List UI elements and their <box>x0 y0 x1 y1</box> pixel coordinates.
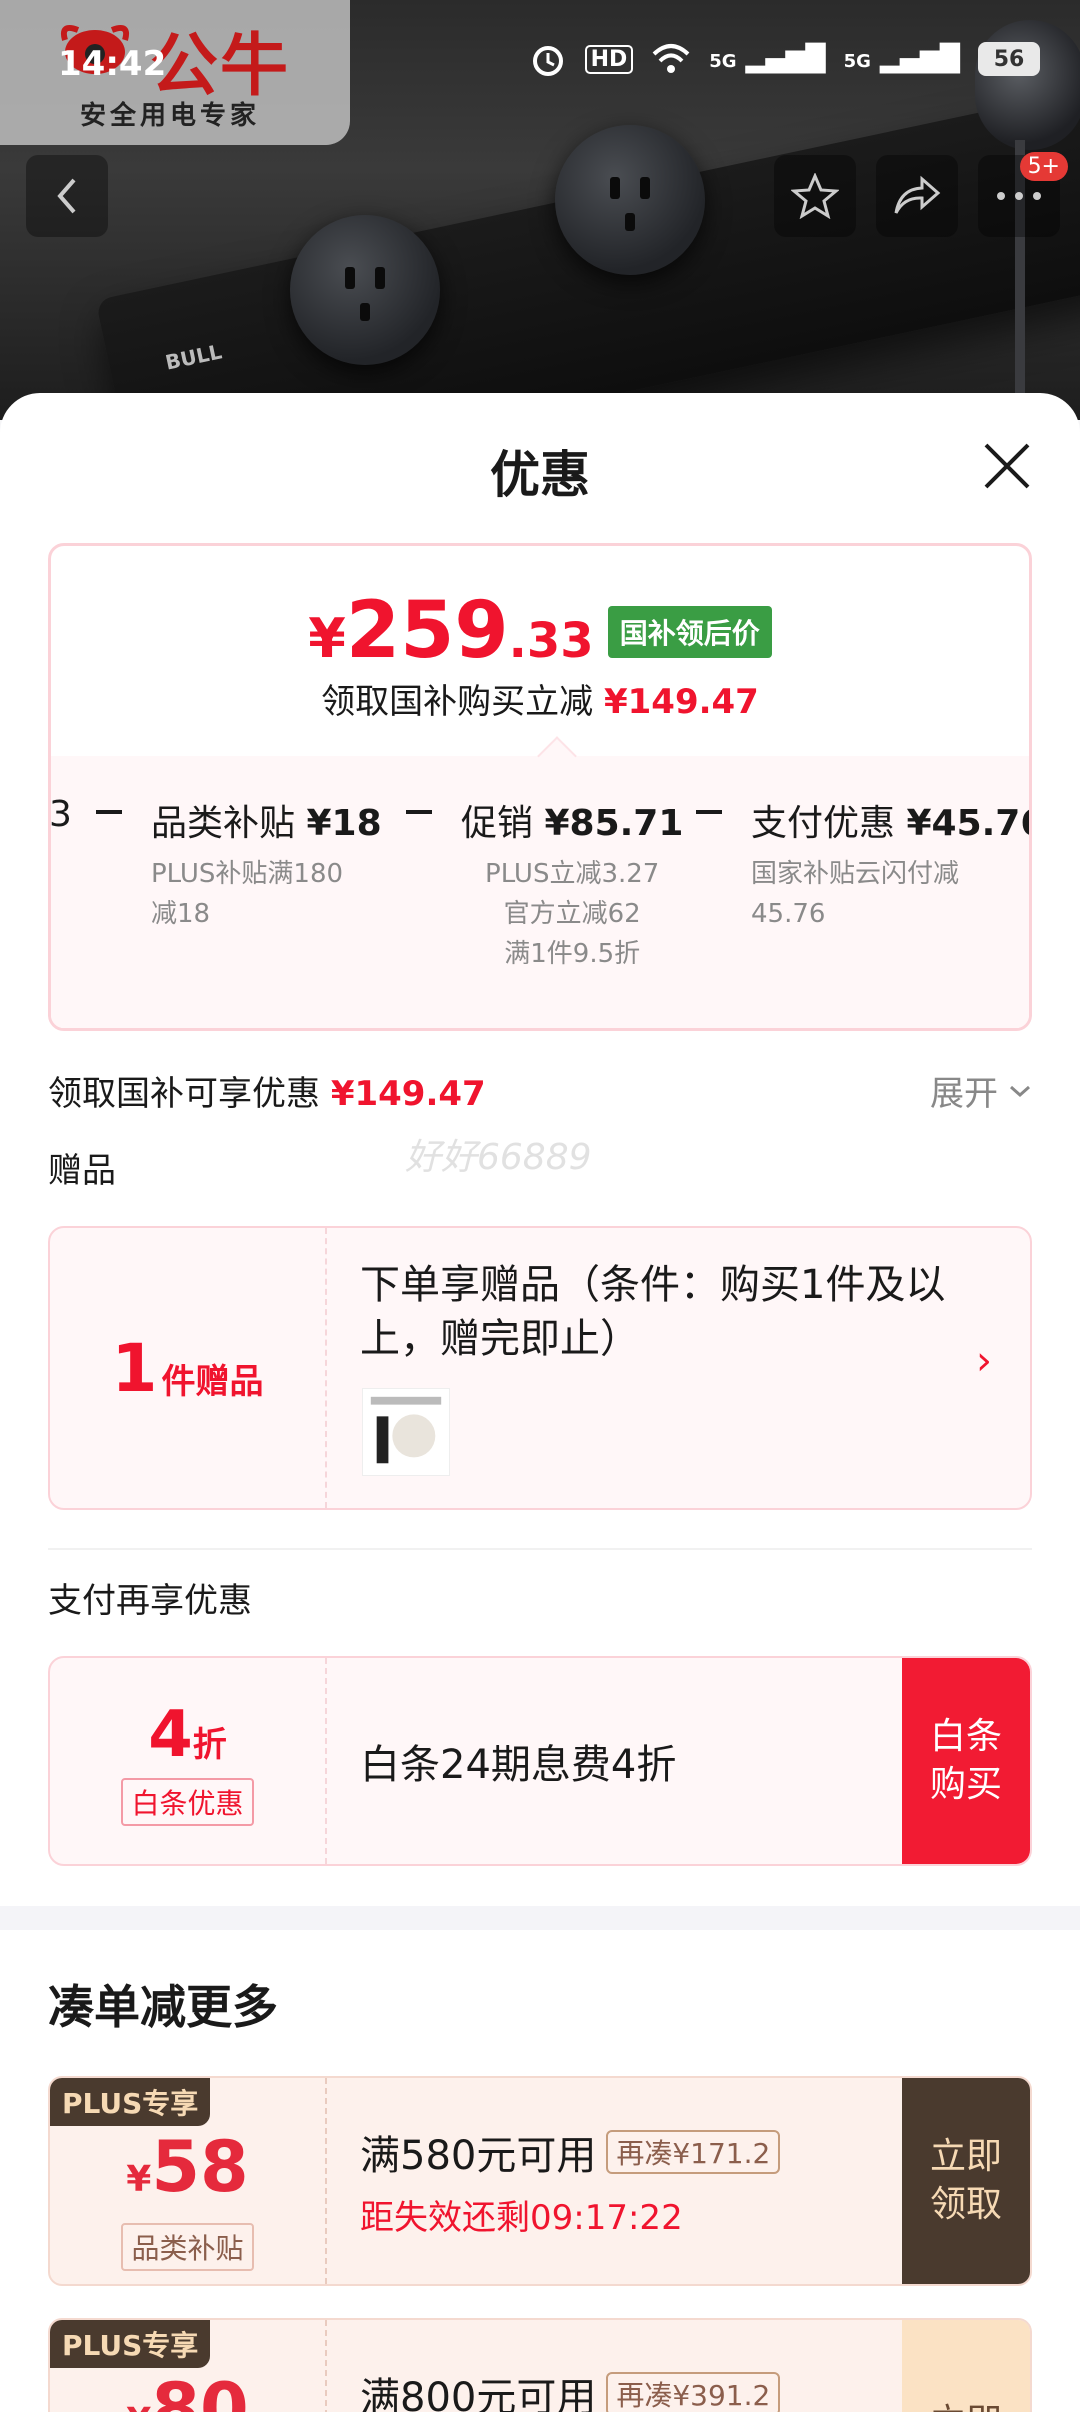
socket-knob <box>555 125 705 275</box>
plus-tag: PLUS专享 <box>50 2320 211 2368</box>
breakdown-item-promo: 促销 ¥85.71 PLUS立减3.27 官方立减62 满1件9.5折 <box>461 803 684 969</box>
message-badge: 5+ <box>1019 152 1068 181</box>
top-actions <box>774 155 1060 237</box>
status-icons: HD 5G ▂▄▆█ 5G ▂▄▆█ 56 <box>529 40 1040 78</box>
share-button[interactable] <box>876 155 958 237</box>
coupon-condition: 满580元可用 再凑¥171.2 <box>360 2123 781 2181</box>
minus-sign <box>406 810 432 814</box>
coupon-card: PLUS专享 ¥58 品类补贴 满580元可用 再凑¥171.2 距失效还剩09:… <box>48 2076 1032 2286</box>
alarm-icon <box>532 46 563 76</box>
signal-5g-icon: 5G ▂▄▆█ <box>843 44 960 74</box>
signal-5g-icon: 5G ▂▄▆█ <box>709 44 826 74</box>
chevron-right-icon: › <box>976 1338 992 1384</box>
gift-description: 下单享赠品（条件：购买1件及以上，赠完即止） <box>360 1262 946 1362</box>
hd-icon: HD <box>584 44 634 74</box>
back-button[interactable] <box>26 155 108 237</box>
minus-sign <box>96 810 122 814</box>
more-section-title: 凑单减更多 <box>48 1980 278 2034</box>
chevron-left-icon <box>57 178 76 214</box>
coupon-timer: 距失效还剩09:17:22 <box>360 2198 683 2238</box>
claim-coupon-button[interactable]: 立即领取 <box>902 2078 1030 2284</box>
chevron-down-icon <box>1010 1085 1030 1097</box>
wifi-icon <box>652 44 690 73</box>
baitiao-buy-button[interactable]: 白条购买 <box>902 1658 1030 1864</box>
coupon-category: 品类补贴 <box>50 2223 325 2271</box>
star-icon <box>791 173 839 219</box>
sheet-title: 优惠 <box>490 446 590 504</box>
pay-section-title: 支付再享优惠 <box>48 1581 252 1621</box>
status-time: 14:42 <box>58 44 167 84</box>
price-saving-line: 领取国补购买立减 ¥149.47 <box>321 682 759 722</box>
baitiao-card: 4折 白条优惠 白条24期息费4折 白条购买 <box>48 1656 1032 1866</box>
gift-count: 1 件赠品 <box>111 1329 264 1407</box>
gift-section-title: 赠品 <box>48 1151 116 1191</box>
expand-button[interactable]: 展开 <box>930 1066 1032 1115</box>
socket-knob <box>290 215 440 365</box>
coupon-card: PLUS专享 ¥80 满800元可用再凑¥391.2 立即 <box>48 2318 1032 2412</box>
more-dots-icon <box>997 192 1041 200</box>
coupon-amount: ¥58 <box>126 2126 249 2208</box>
coupon-amount: ¥80 <box>126 2368 249 2412</box>
baitiao-discount: 4折 白条优惠 <box>50 1658 325 1864</box>
favorite-button[interactable] <box>774 155 856 237</box>
gov-subsidy-row: 领取国补可享优惠 ¥149.47 <box>48 1074 486 1114</box>
price-breakdown: 3 品类补贴 ¥18 PLUS补贴满180 减18 促销 ¥85.71 PLUS立… <box>51 794 1029 1024</box>
claim-coupon-button[interactable]: 立即 <box>902 2320 1030 2412</box>
product-banner: BULL 公牛 安全用电专家 14:42 HD 5G ▂▄▆█ 5G ▂▄▆█ … <box>0 0 1080 420</box>
brand-tag: 公牛 安全用电专家 <box>0 0 350 145</box>
share-icon <box>894 175 941 214</box>
breakdown-item-cutoff: 3 <box>49 794 72 835</box>
discount-sheet: 优惠 ¥259.33 国补领后价 领取国补购买立减 ¥149.47 3 品类补贴… <box>0 393 1080 2412</box>
final-price: ¥259.33 <box>308 586 594 676</box>
breakdown-item-category: 品类补贴 ¥18 PLUS补贴满180 减18 <box>151 803 382 929</box>
price-card: ¥259.33 国补领后价 领取国补购买立减 ¥149.47 3 品类补贴 ¥1… <box>48 543 1032 1031</box>
final-price-row: ¥259.33 国补领后价 <box>51 586 1029 676</box>
brand-slogan: 安全用电专家 <box>80 101 261 131</box>
plus-tag: PLUS专享 <box>50 2078 211 2126</box>
breakdown-item-payment: 支付优惠 ¥45.76 国家补贴云闪付减 45.76 <box>751 803 1032 929</box>
baitiao-description: 白条24期息费4折 <box>360 1742 677 1788</box>
close-icon[interactable] <box>982 441 1032 491</box>
gov-subsidy-badge: 国补领后价 <box>607 606 772 658</box>
gift-thumbnail <box>362 1388 450 1476</box>
watermark: 好好66889 <box>405 1137 592 1178</box>
minus-sign <box>696 810 722 814</box>
battery-icon: 56 <box>978 42 1040 76</box>
coupon-condition: 满800元可用 再凑¥391.2 <box>360 2365 781 2412</box>
gift-card[interactable]: 1 件赠品 下单享赠品（条件：购买1件及以上，赠完即止） › <box>48 1226 1032 1510</box>
